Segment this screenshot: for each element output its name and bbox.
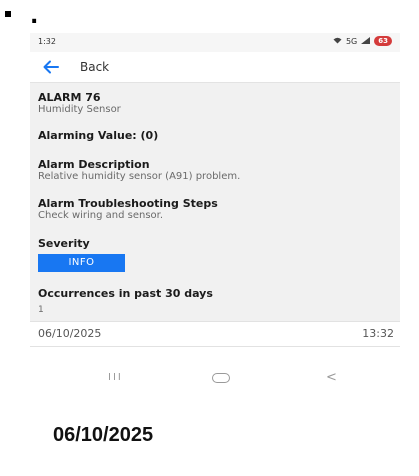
system-back-button[interactable]: < [326, 370, 337, 385]
phone-screenshot: 1:32 5G 63 Back ALARM 76 Humidity Sensor… [30, 33, 400, 400]
status-time: 1:32 [38, 37, 56, 46]
back-button[interactable]: Back [80, 60, 109, 74]
system-nav-bar: III < [30, 358, 400, 400]
battery-badge: 63 [374, 36, 392, 46]
app-bar: Back [30, 52, 400, 83]
alarm-sensor: Humidity Sensor [38, 104, 121, 115]
troubleshooting-heading: Alarm Troubleshooting Steps [38, 197, 218, 210]
status-icons: 5G 63 [333, 36, 392, 46]
list-bullet [5, 11, 11, 17]
home-button[interactable] [212, 373, 230, 383]
status-bar: 1:32 5G 63 [30, 33, 400, 52]
signal-icon [361, 36, 371, 46]
troubleshooting-text: Check wiring and sensor. [38, 210, 164, 221]
occurrences-heading: Occurrences in past 30 days [38, 287, 213, 300]
alarm-header: ALARM 76 Humidity Sensor [38, 91, 394, 116]
network-label: 5G [345, 36, 358, 46]
timestamp-date: 06/10/2025 [38, 327, 102, 340]
alarming-value: Alarming Value: (0) [38, 129, 159, 142]
severity-badge: INFO [38, 254, 125, 272]
alarming-value-section: Alarming Value: (0) [38, 129, 394, 142]
wifi-icon [333, 37, 342, 46]
caption-date: 06/10/2025 [53, 424, 154, 446]
recents-button[interactable]: III [108, 372, 123, 383]
description-text: Relative humidity sensor (A91) problem. [38, 171, 241, 182]
timestamp-bar: 06/10/2025 13:32 [30, 321, 400, 347]
alarm-title: ALARM 76 [38, 91, 101, 104]
severity-heading: Severity [38, 237, 90, 250]
description-heading: Alarm Description [38, 158, 150, 171]
occurrences-section: Occurrences in past 30 days 1 [38, 287, 394, 315]
caption-dot: . [30, 4, 39, 29]
description-section: Alarm Description Relative humidity sens… [38, 158, 394, 183]
occurrences-count: 1 [38, 305, 44, 315]
severity-section: Severity INFO [38, 237, 394, 272]
back-arrow-icon[interactable] [42, 58, 60, 76]
timestamp-time: 13:32 [362, 327, 394, 340]
alarm-details: ALARM 76 Humidity Sensor Alarming Value:… [30, 83, 400, 321]
troubleshooting-section: Alarm Troubleshooting Steps Check wiring… [38, 197, 394, 222]
